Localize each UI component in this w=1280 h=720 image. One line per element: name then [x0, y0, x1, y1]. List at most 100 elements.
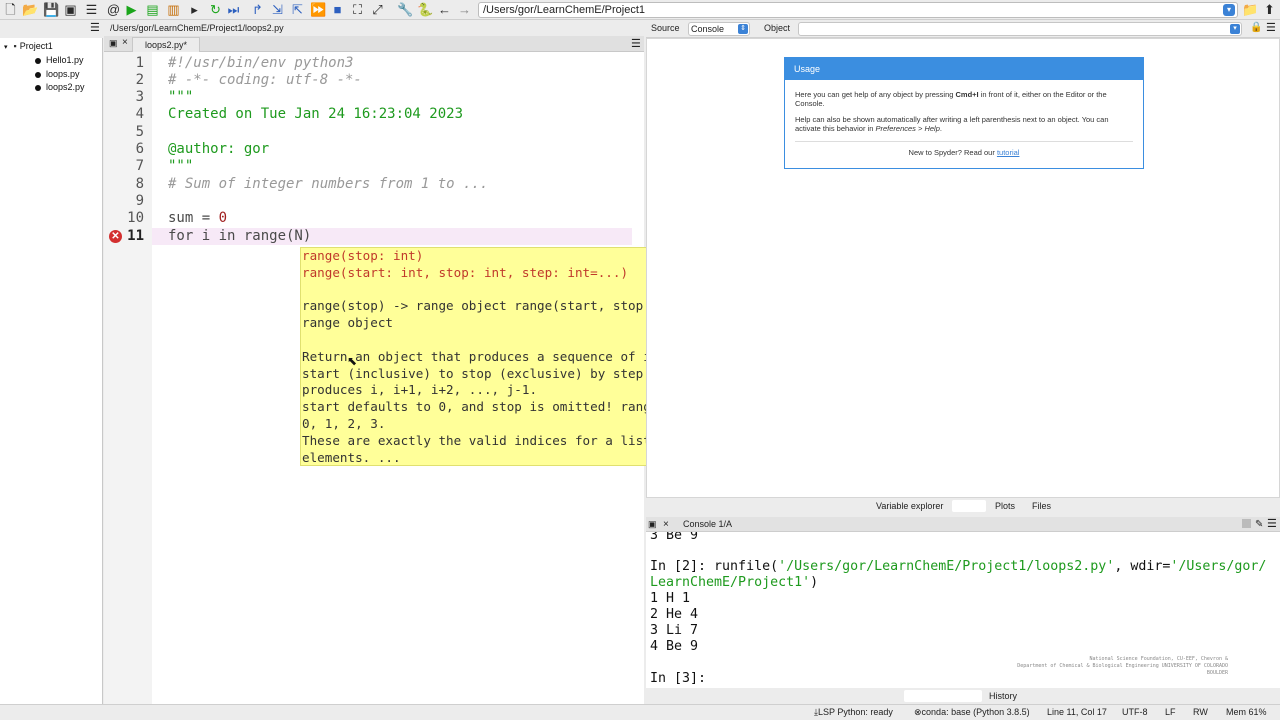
editor-file-path: /Users/gor/LearnChemE/Project1/loops2.py: [104, 20, 644, 36]
help-toolbar: Source Console ⇕ Object ▾ 🔒 ☰: [646, 20, 1280, 38]
open-file-icon[interactable]: 📂: [22, 2, 38, 17]
source-label: Source: [651, 23, 680, 33]
usage-paragraph: Help can also be shown automatically aft…: [795, 115, 1109, 133]
file-label: Hello1.py: [46, 55, 84, 65]
console-output-line: 1 H 1: [650, 591, 691, 606]
cursor-position: Line 11, Col 17: [1047, 707, 1107, 717]
save-all-icon[interactable]: ▣: [63, 2, 78, 17]
tab-variable-explorer[interactable]: Variable explorer: [876, 498, 943, 514]
tab-plots[interactable]: Plots: [995, 498, 1015, 514]
lock-icon[interactable]: 🔒: [1250, 22, 1262, 33]
stop-debug-icon[interactable]: ■: [330, 2, 345, 17]
outline-icon[interactable]: ☰: [84, 2, 99, 17]
memory-status: Mem 61%: [1226, 707, 1267, 717]
new-file-icon[interactable]: 🗋: [3, 2, 18, 17]
debug-icon[interactable]: ⏭: [226, 2, 241, 17]
rw-status: RW: [1193, 707, 1208, 717]
code-line: 2 # -*- coding: utf-8 -*-: [104, 72, 644, 89]
encoding-status: UTF-8: [1122, 707, 1148, 717]
pane-options-icon[interactable]: ☰: [1267, 517, 1277, 532]
editor-tab-bar: ▣ × loops2.py* ☰: [104, 36, 644, 52]
line-number: 10: [127, 210, 144, 226]
tree-file-loops2[interactable]: loops2.py: [35, 82, 85, 92]
usage-footer: New to Spyder? Read our tutorial: [908, 148, 1020, 157]
tab-loops2[interactable]: loops2.py*: [132, 37, 200, 52]
line-number: 6: [135, 141, 144, 157]
run-cell-icon[interactable]: ▤: [145, 2, 160, 17]
right-pane-tabs: Variable explorer Plots Files: [646, 498, 1280, 514]
preferences-wrench-icon[interactable]: 🔧: [397, 2, 413, 17]
close-icon[interactable]: ×: [122, 37, 128, 48]
continue-icon[interactable]: ⏩: [310, 2, 326, 17]
close-icon[interactable]: ×: [663, 517, 669, 532]
pane-options-icon[interactable]: ☰: [90, 21, 100, 34]
folder-icon: ▪: [13, 41, 17, 51]
chevron-down-icon: ▾: [4, 44, 8, 51]
source-select[interactable]: Console ⇕: [688, 22, 750, 36]
maximize-pane-icon[interactable]: ⛶: [350, 2, 365, 17]
edit-icon[interactable]: ✎: [1255, 517, 1263, 532]
line-number: 7: [135, 158, 144, 174]
chevron-down-icon: ⇕: [738, 24, 748, 34]
editor-options-icon[interactable]: ☰: [631, 37, 641, 50]
parent-folder-icon[interactable]: ⬆: [1262, 2, 1277, 17]
code-text: #!/usr/bin/env python3: [168, 55, 354, 71]
python-path-icon[interactable]: 🐍: [417, 2, 433, 17]
console-output-line: 3 Li 7: [650, 623, 699, 638]
run-cell-advance-icon[interactable]: ▥: [166, 2, 181, 17]
at-icon[interactable]: @: [106, 2, 121, 17]
line-number: 11: [127, 228, 144, 244]
tree-file-loops[interactable]: loops.py: [35, 69, 80, 79]
python-file-icon: [35, 71, 41, 78]
browse-tabs-icon[interactable]: ▣: [648, 517, 657, 532]
step-return-icon[interactable]: ⇱: [290, 2, 305, 17]
step-icon[interactable]: ↱: [250, 2, 265, 17]
browse-tabs-icon[interactable]: ▣: [109, 38, 118, 49]
project-root[interactable]: ▾ ▪ Project1: [4, 41, 53, 51]
console-tab-bar: ▣ × Console 1/A ✎ ☰: [646, 517, 1280, 532]
working-directory-value: /Users/gor/LearnChemE/Project1: [483, 4, 646, 16]
tree-file-hello1[interactable]: Hello1.py: [35, 55, 84, 65]
rerun-icon[interactable]: ↻: [208, 2, 223, 17]
browse-folder-icon[interactable]: 📁: [1242, 2, 1258, 17]
code-text: for i in range(N): [168, 228, 312, 244]
file-label: loops.py: [46, 69, 80, 79]
save-icon[interactable]: 💾: [43, 2, 59, 17]
console-output-line: 2 He 4: [650, 607, 699, 622]
stop-kernel-icon[interactable]: [1242, 519, 1251, 528]
tab-console-1a[interactable]: Console 1/A: [683, 517, 732, 532]
fullscreen-icon[interactable]: ⤢: [370, 2, 385, 17]
run-icon[interactable]: ▶: [124, 2, 139, 17]
tab-help[interactable]: [952, 500, 986, 512]
code-text: """: [168, 89, 194, 105]
code-line-current: 11 for i in range(N): [104, 228, 644, 245]
object-input[interactable]: ▾: [798, 22, 1242, 36]
divider: [795, 141, 1133, 142]
working-directory-field[interactable]: /Users/gor/LearnChemE/Project1 ▾: [478, 2, 1238, 18]
tab-label: loops2.py*: [144, 40, 188, 50]
chevron-down-icon[interactable]: ▾: [1223, 4, 1235, 16]
usage-paragraph: Here you can get help of any object by p…: [795, 90, 1107, 108]
run-selection-icon[interactable]: ▸: [187, 2, 202, 17]
tab-files[interactable]: Files: [1032, 498, 1051, 514]
usage-box: Usage Here you can get help of any objec…: [784, 57, 1144, 169]
back-arrow-icon[interactable]: ←: [437, 2, 452, 17]
code-line: 7 """: [104, 158, 644, 175]
source-value: Console: [691, 24, 725, 34]
code-line: 8 # Sum of integer numbers from 1 to ...: [104, 176, 644, 193]
line-number: 9: [135, 193, 144, 209]
pane-options-icon[interactable]: ☰: [1266, 21, 1276, 34]
code-line: 10 sum = 0: [104, 210, 644, 227]
step-into-icon[interactable]: ⇲: [270, 2, 285, 17]
status-bar: ⤓LSP Python: ready ⊗conda: base (Python …: [0, 704, 1280, 720]
tab-ipython-console[interactable]: [904, 690, 982, 702]
forward-arrow-icon[interactable]: →: [457, 2, 472, 17]
code-text: sum =: [168, 210, 219, 226]
line-number: 5: [135, 124, 144, 140]
tutorial-link[interactable]: tutorial: [997, 148, 1020, 157]
code-text: # Sum of integer numbers from 1 to ...: [168, 176, 489, 192]
tab-history[interactable]: History: [989, 688, 1017, 704]
lsp-status: ⤓LSP Python: ready: [814, 707, 893, 717]
ipython-console[interactable]: 3 Be 9 In [2]: runfile('/Users/gor/Learn…: [646, 532, 1280, 688]
code-line: 4 Created on Tue Jan 24 16:23:04 2023: [104, 106, 644, 123]
